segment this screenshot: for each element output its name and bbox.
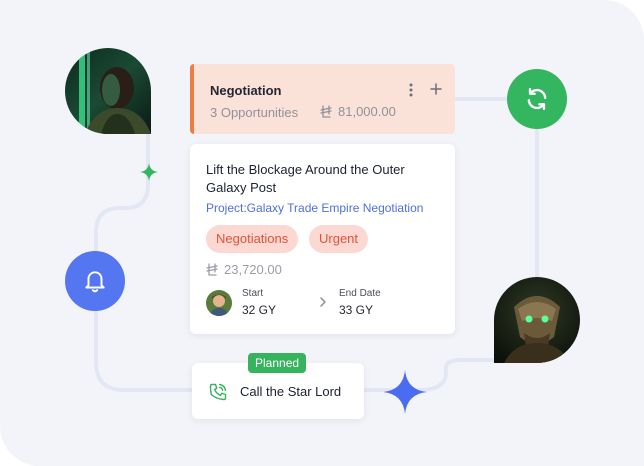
project-link[interactable]: Project:Galaxy Trade Empire Negotiation	[206, 201, 423, 215]
tag-negotiations[interactable]: Negotiations	[206, 225, 299, 253]
kebab-menu-icon[interactable]	[406, 82, 416, 98]
currency-icon	[206, 263, 218, 276]
pipeline-stage-header[interactable]: Negotiation 3 Opportunities 81,000.00	[190, 64, 455, 134]
stage-title: Negotiation	[210, 83, 282, 98]
end-date-value: 33 GY	[339, 303, 374, 317]
tag-urgent[interactable]: Urgent	[309, 225, 369, 253]
chevron-right-icon	[320, 297, 326, 307]
start-label: Start	[242, 288, 264, 299]
sync-button[interactable]	[507, 69, 567, 129]
portrait-image	[65, 48, 151, 134]
stage-total-amount: 81,000.00	[320, 104, 396, 119]
sparkle-icon	[383, 370, 427, 414]
opportunity-title: Lift the Blockage Around the Outer Galax…	[206, 162, 405, 195]
notification-button[interactable]	[65, 251, 125, 311]
owner-avatar[interactable]	[206, 290, 232, 316]
opportunity-amount: 23,720.00	[206, 262, 282, 277]
end-date-label: End Date	[339, 288, 381, 299]
currency-icon	[320, 105, 332, 118]
stage-amount-value: 81,000.00	[338, 104, 396, 119]
start-value: 32 GY	[242, 303, 277, 317]
sync-icon	[527, 87, 547, 111]
opportunity-amount-value: 23,720.00	[224, 262, 282, 277]
stage-opportunity-count: 3 Opportunities	[210, 105, 299, 120]
workflow-canvas: Negotiation 3 Opportunities 81,000.00 Li…	[0, 0, 644, 466]
bell-icon	[85, 271, 105, 293]
phone-call-icon	[209, 383, 227, 401]
plus-icon[interactable]	[430, 83, 442, 95]
contact-avatar-left[interactable]	[65, 48, 151, 134]
task-label: Call the Star Lord	[240, 384, 342, 399]
contact-avatar-right[interactable]	[494, 277, 580, 363]
status-badge: Planned	[248, 353, 307, 373]
portrait-image	[494, 277, 580, 363]
owner-portrait	[206, 290, 232, 316]
opportunity-card[interactable]: Lift the Blockage Around the Outer Galax…	[190, 144, 455, 334]
sparkle-icon	[140, 163, 158, 181]
